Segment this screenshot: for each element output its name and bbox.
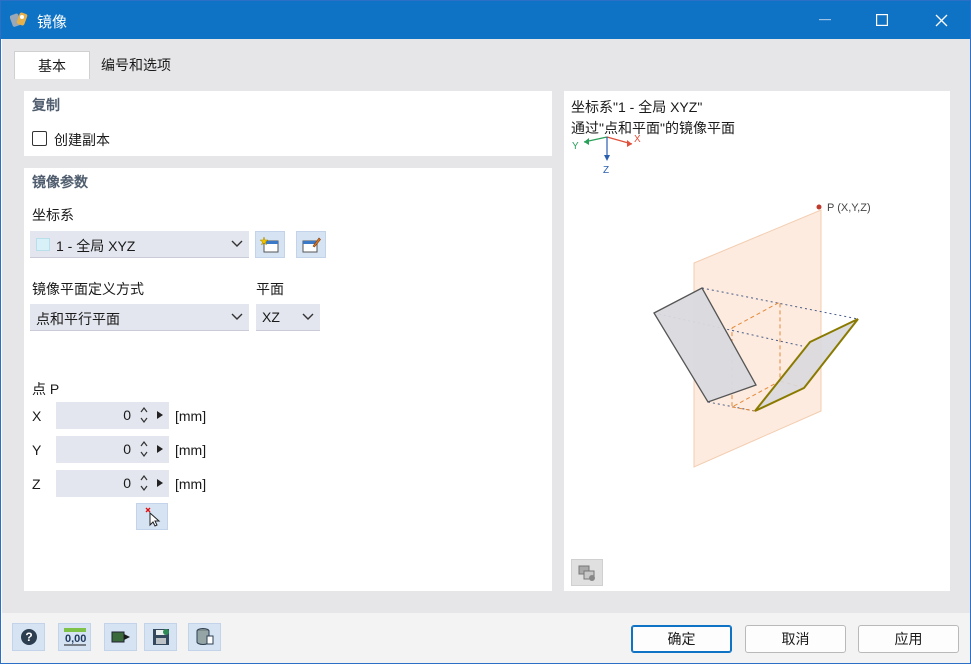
close-button[interactable] (915, 1, 967, 39)
database-button[interactable] (188, 623, 221, 651)
minimize-icon (819, 19, 831, 21)
x-coordinate-input[interactable]: 0 (56, 402, 169, 429)
new-coord-system-button[interactable] (255, 231, 285, 258)
export-icon (111, 631, 130, 643)
spinner-icon[interactable] (139, 439, 149, 459)
ok-button[interactable]: 确定 (631, 625, 732, 653)
preview-panel: 坐标系"1 - 全局 XYZ" 通过"点和平面"的镜像平面 X Y Z P (X… (564, 91, 950, 591)
close-icon (935, 14, 947, 26)
pick-point-button[interactable] (136, 503, 168, 530)
database-icon (196, 628, 213, 645)
coord-system-swatch (36, 238, 50, 251)
spinner-icon[interactable] (139, 405, 149, 425)
tab-numbering-options[interactable]: 编号和选项 (90, 51, 182, 79)
window-title: 镜像 (37, 14, 68, 31)
view-options-button[interactable] (571, 559, 603, 586)
copy-section-title: 复制 (32, 97, 60, 113)
apply-button[interactable]: 应用 (858, 625, 959, 653)
x-unit: [mm] (175, 408, 207, 424)
tab-content: 复制 创建副本 镜像参数 坐标系 1 - 全局 XYZ 镜像平面定义方式 平面 … (14, 79, 962, 599)
help-button[interactable]: ? (12, 623, 45, 651)
bottom-bar: ? 0,00 确定 取消 应用 (2, 613, 970, 663)
plane-label: 平面 (256, 281, 284, 297)
chevron-down-icon (231, 313, 243, 320)
y-unit: [mm] (175, 442, 207, 458)
new-window-icon (260, 235, 279, 252)
edit-window-icon (302, 237, 321, 252)
pick-cursor-icon (145, 507, 161, 527)
plane-select[interactable]: XZ (256, 304, 320, 331)
save-icon (152, 629, 169, 645)
definition-label: 镜像平面定义方式 (32, 281, 144, 297)
mirror-dialog: 镜像 基本 编号和选项 复制 创建副本 镜像参数 坐标系 1 - 全局 XYZ … (0, 0, 971, 664)
spinner-icon[interactable] (139, 473, 149, 493)
tab-basic[interactable]: 基本 (14, 51, 90, 79)
view-settings-icon (578, 565, 595, 581)
y-axis-label: Y (32, 442, 42, 458)
z-axis-label: Z (32, 476, 41, 492)
z-value: 0 (123, 475, 131, 491)
play-arrow-icon[interactable] (156, 410, 164, 420)
y-value: 0 (123, 441, 131, 457)
svg-text:?: ? (25, 630, 32, 644)
cancel-button[interactable]: 取消 (745, 625, 846, 653)
axis-z-label: Z (603, 165, 609, 176)
create-copy-checkbox[interactable] (32, 131, 47, 146)
copy-panel: 复制 创建副本 (24, 91, 552, 156)
x-axis-label: X (32, 408, 42, 424)
help-icon: ? (20, 629, 37, 645)
maximize-icon (876, 14, 888, 26)
chevron-down-icon (302, 313, 314, 320)
tabs-area: 基本 编号和选项 复制 创建副本 镜像参数 坐标系 1 - 全局 XYZ 镜像平… (2, 39, 970, 613)
point-p-label: 点 P (32, 381, 60, 397)
coord-system-select[interactable]: 1 - 全局 XYZ (30, 231, 249, 258)
coord-system-value: 1 - 全局 XYZ (56, 238, 136, 254)
save-button[interactable] (144, 623, 177, 651)
x-value: 0 (123, 407, 131, 423)
definition-select[interactable]: 点和平行平面 (30, 304, 249, 331)
mirror-params-panel: 镜像参数 坐标系 1 - 全局 XYZ 镜像平面定义方式 平面 点和平行平面 X… (24, 168, 552, 591)
axis-x-label: X (634, 134, 641, 145)
create-copy-label: 创建副本 (54, 132, 110, 148)
point-p-marker (816, 204, 822, 210)
axis-y-label: Y (572, 141, 579, 152)
play-arrow-icon[interactable] (156, 444, 164, 454)
axis-triad (583, 136, 633, 161)
plane-value: XZ (262, 309, 280, 325)
chevron-down-icon (231, 240, 243, 247)
minimize-button[interactable] (799, 1, 851, 39)
definition-value: 点和平行平面 (36, 311, 120, 327)
mirror-params-title: 镜像参数 (32, 174, 88, 190)
y-coordinate-input[interactable]: 0 (56, 436, 169, 463)
mirror-app-icon (9, 11, 28, 29)
z-coordinate-input[interactable]: 0 (56, 470, 169, 497)
point-p-caption: P (X,Y,Z) (827, 202, 871, 214)
units-button[interactable]: 0,00 (58, 623, 91, 651)
units-text: 0,00 (65, 633, 87, 645)
play-arrow-icon[interactable] (156, 478, 164, 488)
export-button[interactable] (104, 623, 137, 651)
z-unit: [mm] (175, 476, 207, 492)
maximize-button[interactable] (856, 1, 908, 39)
title-bar[interactable]: 镜像 (1, 1, 970, 39)
edit-coord-system-button[interactable] (296, 231, 326, 258)
coord-system-label: 坐标系 (32, 207, 74, 223)
mirror-preview-graphic: X Y Z P (X,Y,Z) (572, 134, 871, 468)
